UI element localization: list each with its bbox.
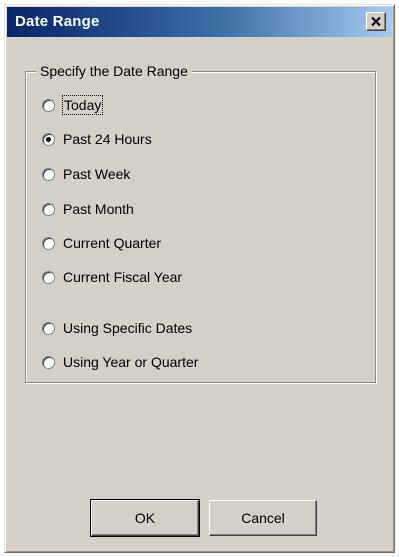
option-past-24-hours[interactable]: Past 24 Hours xyxy=(42,128,152,150)
option-label: Past 24 Hours xyxy=(63,131,152,147)
option-label: Past Week xyxy=(63,166,131,182)
radio-button[interactable] xyxy=(42,98,55,112)
option-label: Current Fiscal Year xyxy=(63,269,183,285)
radio-button[interactable] xyxy=(42,355,55,369)
dialog-title: Date Range xyxy=(15,13,100,30)
cancel-button[interactable]: Cancel xyxy=(209,500,317,536)
close-icon xyxy=(371,13,381,31)
title-bar[interactable]: Date Range xyxy=(7,7,392,37)
date-range-group: Specify the Date Range Today Past 24 Hou… xyxy=(25,61,376,383)
option-today[interactable]: Today xyxy=(42,94,104,116)
option-label: Today xyxy=(61,95,104,115)
radio-button[interactable] xyxy=(42,202,55,216)
option-label: Past Month xyxy=(63,201,134,217)
option-using-specific-dates[interactable]: Using Specific Dates xyxy=(42,317,192,339)
option-label: Using Year or Quarter xyxy=(63,354,199,370)
radio-button[interactable] xyxy=(42,270,55,284)
radio-button[interactable] xyxy=(42,236,55,250)
option-current-fiscal-year[interactable]: Current Fiscal Year xyxy=(42,266,182,288)
option-past-month[interactable]: Past Month xyxy=(42,198,134,220)
radio-button[interactable] xyxy=(42,167,55,181)
ok-button[interactable]: OK xyxy=(90,499,200,537)
date-range-dialog: Date Range Specify the Date Range Today … xyxy=(4,4,395,553)
radio-button-selected[interactable] xyxy=(42,132,55,146)
option-using-year-or-quarter[interactable]: Using Year or Quarter xyxy=(42,351,198,373)
close-button[interactable] xyxy=(366,12,386,31)
option-current-quarter[interactable]: Current Quarter xyxy=(42,232,161,254)
option-label: Current Quarter xyxy=(63,235,162,251)
radio-button[interactable] xyxy=(42,321,55,335)
group-legend: Specify the Date Range xyxy=(36,61,192,81)
option-past-week[interactable]: Past Week xyxy=(42,163,130,185)
option-label: Using Specific Dates xyxy=(63,320,193,336)
